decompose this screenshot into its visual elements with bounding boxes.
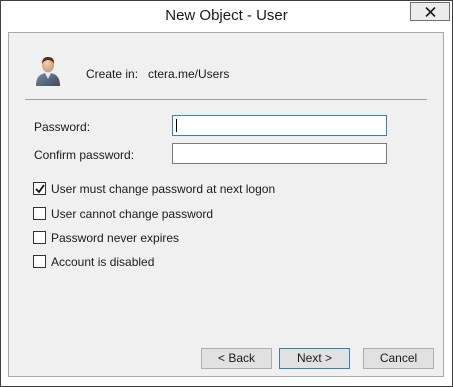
option-label: Account is disabled <box>51 255 155 269</box>
checkbox-must-change-password[interactable] <box>33 182 46 195</box>
password-label: Password: <box>34 120 91 134</box>
checkbox-account-disabled[interactable] <box>33 255 46 268</box>
next-button[interactable]: Next > <box>279 348 350 369</box>
dialog-title: New Object - User <box>165 7 288 24</box>
create-in-path: ctera.me/Users <box>148 67 230 81</box>
confirm-password-field[interactable] <box>172 143 387 164</box>
header-divider <box>25 99 427 100</box>
confirm-password-label: Confirm password: <box>34 148 135 162</box>
text-caret <box>176 119 177 132</box>
create-in-label: Create in: <box>86 67 139 81</box>
container-header: Create in: ctera.me/Users <box>9 33 443 99</box>
checkmark-icon <box>35 184 45 194</box>
dialog-body: Create in: ctera.me/Users Password: Conf… <box>8 32 444 377</box>
checkbox-cannot-change-password[interactable] <box>33 207 46 220</box>
close-button[interactable] <box>410 2 450 21</box>
title-bar[interactable]: New Object - User <box>1 1 452 32</box>
option-label: Password never expires <box>51 231 180 245</box>
option-label: User cannot change password <box>51 207 214 221</box>
checkbox-password-never-expires[interactable] <box>33 231 46 244</box>
password-field[interactable] <box>172 115 387 136</box>
new-user-dialog: New Object - User Create in: ctera.me/Us… <box>0 0 453 387</box>
cancel-button[interactable]: Cancel <box>363 348 434 369</box>
user-icon <box>36 57 60 86</box>
close-icon <box>425 7 436 17</box>
option-label: User must change password at next logon <box>51 182 276 196</box>
back-button[interactable]: < Back <box>201 348 272 369</box>
